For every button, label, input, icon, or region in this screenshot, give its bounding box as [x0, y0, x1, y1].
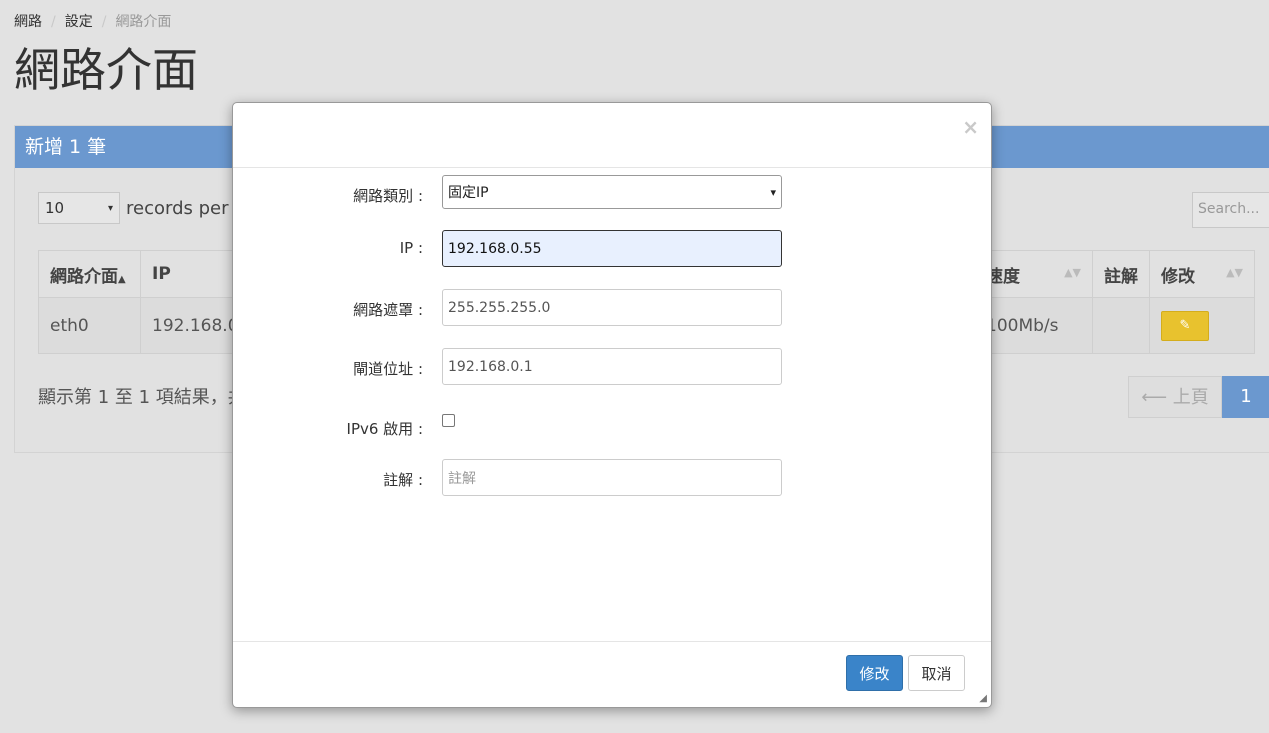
gateway-label: 閘道位址 :	[353, 360, 423, 378]
breadcrumb-settings[interactable]: 設定	[65, 11, 93, 31]
records-per-page-select[interactable]: 10 ▾	[38, 192, 120, 224]
submit-edit-button[interactable]: 修改	[846, 655, 903, 691]
edit-row-button[interactable]: ✎	[1161, 310, 1209, 341]
previous-page-label: 上頁	[1172, 387, 1209, 408]
ip-label: IP :	[399, 239, 423, 257]
note-label: 註解 :	[383, 471, 423, 489]
gateway-input[interactable]: 192.168.0.1	[442, 348, 782, 385]
previous-page-button[interactable]: ⟵ 上頁	[1128, 376, 1222, 418]
search-input[interactable]: Search...	[1192, 192, 1269, 228]
sort-icon: ▲▼	[1064, 265, 1081, 279]
cell-interface: eth0	[38, 297, 141, 354]
cell-speed: 100Mb/s	[974, 297, 1093, 354]
cell-note	[1092, 297, 1150, 354]
network-type-label: 網路類別 :	[353, 187, 423, 205]
column-header-speed[interactable]: 速度 ▲▼	[974, 250, 1093, 298]
edit-icon: ✎	[1179, 318, 1191, 333]
breadcrumb-network[interactable]: 網路	[14, 11, 42, 31]
edit-interface-modal: × 網路類別 : 固定IP ▾ IP : 192.168.0.55 網路遮罩 :…	[232, 102, 992, 708]
column-header-note: 註解	[1092, 250, 1150, 298]
network-type-value: 固定IP	[448, 185, 489, 201]
breadcrumb-current: 網路介面	[115, 14, 172, 30]
netmask-label: 網路遮罩 :	[353, 301, 423, 319]
chevron-down-icon: ▾	[770, 185, 776, 199]
ipv6-checkbox[interactable]	[442, 414, 455, 427]
records-per-page-value: 10	[45, 199, 65, 217]
chevron-down-icon: ▾	[107, 202, 113, 214]
cell-edit: ✎	[1149, 297, 1255, 354]
modal-header: ×	[233, 103, 991, 168]
records-per-page-label: records per p	[126, 198, 246, 219]
sort-asc-icon: ▲	[118, 273, 126, 285]
breadcrumb: 網路 / 設定 / 網路介面	[14, 11, 171, 31]
pagination: ⟵ 上頁 1	[1128, 376, 1269, 418]
close-icon[interactable]: ×	[962, 115, 979, 139]
column-header-interface[interactable]: 網路介面▲	[38, 250, 141, 298]
netmask-input[interactable]: 255.255.255.0	[442, 289, 782, 326]
column-header-edit[interactable]: 修改 ▲▼	[1149, 250, 1255, 298]
note-input[interactable]: 註解	[442, 459, 782, 496]
sort-icon: ▲▼	[1226, 265, 1243, 279]
breadcrumb-separator: /	[101, 14, 107, 30]
cancel-button[interactable]: 取消	[908, 655, 965, 691]
page-title: 網路介面	[14, 43, 198, 97]
ip-input[interactable]: 192.168.0.55	[442, 230, 782, 267]
arrow-left-icon: ⟵	[1141, 387, 1168, 408]
network-type-select[interactable]: 固定IP ▾	[442, 175, 782, 209]
modal-footer: 修改 取消	[233, 641, 991, 707]
table-info: 顯示第 1 至 1 項結果，共	[38, 387, 246, 408]
resize-handle-icon[interactable]: ◢	[979, 693, 987, 704]
page-1-button[interactable]: 1	[1222, 376, 1269, 418]
breadcrumb-separator: /	[51, 14, 56, 30]
ipv6-label: IPv6 啟用 :	[346, 420, 423, 438]
